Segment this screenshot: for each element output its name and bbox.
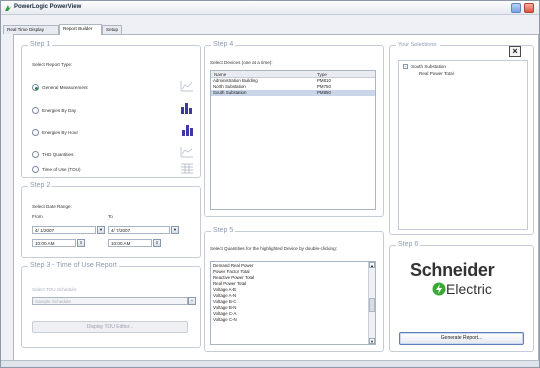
device-row-selected[interactable]: South Substation PM850 bbox=[211, 90, 375, 96]
to-time-spinner[interactable]: ⇕ bbox=[153, 239, 161, 247]
app-logo-icon bbox=[5, 5, 11, 11]
from-date-picker[interactable]: 4/ 1/2007 bbox=[32, 226, 96, 234]
report-type-label: Select Report Type: bbox=[32, 62, 73, 67]
selections-group: Your Selections: × − South Substation Re… bbox=[389, 42, 534, 235]
tab-setup[interactable]: Setup bbox=[102, 25, 122, 34]
radio-energies-by-day[interactable] bbox=[32, 107, 39, 114]
option-label: Time of Use (TOU) bbox=[42, 167, 81, 172]
tou-schedule-label: Select TOU Schedule: bbox=[32, 287, 78, 292]
window-title: PowerLogic PowerView bbox=[14, 4, 82, 10]
step4-title: Step 4 bbox=[211, 41, 236, 48]
to-date-value: 4/ 7/2007 bbox=[111, 228, 131, 233]
electric-bolt-icon bbox=[432, 282, 446, 296]
tab-report-builder[interactable]: Report Builder bbox=[59, 24, 102, 35]
step2-title: Step 2 bbox=[28, 182, 53, 189]
from-label: From bbox=[32, 214, 43, 219]
scroll-down-arrow-icon[interactable]: ▼ bbox=[369, 338, 375, 344]
report-builder-pane: Step 1 Select Report Type: General Measu… bbox=[13, 34, 539, 361]
devices-instruction: Select Devices (one at a time): bbox=[210, 60, 273, 65]
device-type: PM850 bbox=[317, 90, 331, 95]
tou-schedule-dropdown-button[interactable]: ▼ bbox=[188, 297, 196, 305]
quantities-instruction: Select Quantities for the highlighted De… bbox=[210, 246, 337, 251]
quantity-item[interactable]: Voltage C-N bbox=[211, 317, 375, 323]
button-label: Display TOU Editor... bbox=[86, 324, 134, 330]
scrollbar-thumb[interactable] bbox=[369, 298, 375, 312]
line-chart-icon bbox=[180, 147, 193, 158]
button-label: Generate Report... bbox=[440, 335, 483, 341]
title-bar: PowerLogic PowerView bbox=[1, 1, 539, 15]
tree-node-device[interactable]: South Substation bbox=[411, 64, 446, 69]
to-date-dropdown-button[interactable]: ▼ bbox=[171, 226, 179, 234]
step5-title: Step 5 bbox=[211, 227, 236, 234]
option-label: THD Quantities bbox=[42, 152, 74, 157]
radio-general-measurement[interactable] bbox=[32, 84, 39, 91]
app-window: PowerLogic PowerView Real Time Display R… bbox=[0, 0, 540, 368]
bar-chart-icon bbox=[182, 125, 193, 136]
device-name: South Substation bbox=[213, 90, 247, 95]
device-list[interactable]: Name Type Administration Building PM810 … bbox=[210, 70, 376, 210]
quantity-list[interactable]: Demand Real Power Power Factor Total Rea… bbox=[210, 261, 376, 345]
radio-energies-by-hour[interactable] bbox=[32, 129, 39, 136]
option-label: Energies By Hour bbox=[42, 130, 79, 135]
from-date-value: 4/ 1/2007 bbox=[35, 228, 55, 233]
tree-node-quantity[interactable]: Real Power Total bbox=[419, 71, 454, 76]
radio-time-of-use[interactable] bbox=[32, 166, 39, 173]
selections-title: Your Selections: bbox=[396, 42, 440, 48]
brand-name-bottom: Electric bbox=[446, 281, 492, 297]
to-time-field[interactable]: 10:00 AM bbox=[108, 239, 152, 247]
from-date-dropdown-button[interactable]: ▼ bbox=[97, 226, 105, 234]
quantity-list-scrollbar[interactable]: ▲ ▼ bbox=[368, 262, 375, 344]
table-icon bbox=[181, 163, 193, 174]
scroll-up-arrow-icon[interactable]: ▲ bbox=[369, 262, 375, 268]
selection-tree[interactable]: − South Substation Real Power Total bbox=[398, 60, 528, 230]
radio-thd-quantities[interactable] bbox=[32, 151, 39, 158]
collapse-toggle-icon[interactable]: − bbox=[403, 64, 408, 69]
option-label: Energies By Day bbox=[42, 108, 77, 113]
to-label: To bbox=[108, 214, 113, 219]
option-label: General Measurement bbox=[42, 85, 88, 90]
line-chart-icon bbox=[180, 81, 193, 92]
column-header-name[interactable]: Name bbox=[214, 72, 226, 77]
clear-selections-button[interactable]: × bbox=[509, 46, 521, 57]
schneider-electric-logo: Schneider Electric bbox=[408, 260, 518, 300]
step3-title: Step 3 - Time of Use Report bbox=[28, 262, 119, 269]
minimize-button[interactable] bbox=[511, 3, 521, 13]
step1-title: Step 1 bbox=[28, 41, 53, 48]
status-bar bbox=[1, 360, 539, 367]
from-time-field[interactable]: 10:00 AM bbox=[32, 239, 76, 247]
column-header-type[interactable]: Type bbox=[317, 72, 327, 77]
step2-group: Step 2 Select Date Range: From To 4/ 1/2… bbox=[21, 182, 201, 258]
step4-group: Step 4 Select Devices (one at a time): N… bbox=[204, 41, 384, 217]
step6-title: Step 6 bbox=[396, 241, 421, 248]
device-list-header: Name Type bbox=[211, 71, 375, 78]
step5-group: Step 5 Select Quantities for the highlig… bbox=[204, 227, 384, 352]
tab-label: Real Time Display bbox=[7, 27, 45, 32]
to-date-picker[interactable]: 4/ 7/2007 bbox=[108, 226, 170, 234]
generate-report-button[interactable]: Generate Report... bbox=[399, 332, 524, 345]
device-name: North Substation bbox=[213, 84, 246, 89]
date-range-label: Select Date Range: bbox=[32, 204, 72, 209]
step1-group: Step 1 Select Report Type: General Measu… bbox=[21, 41, 201, 178]
tab-label: Setup bbox=[106, 27, 119, 32]
close-window-button[interactable] bbox=[524, 3, 534, 13]
step3-group: Step 3 - Time of Use Report Select TOU S… bbox=[21, 262, 201, 348]
brand-name-top: Schneider bbox=[410, 260, 495, 280]
device-name: Administration Building bbox=[213, 78, 258, 83]
tou-schedule-value: Sample Schedule bbox=[35, 299, 72, 304]
from-time-spinner[interactable]: ⇕ bbox=[77, 239, 85, 247]
from-time-value: 10:00 AM bbox=[35, 241, 55, 246]
step6-group: Step 6 Schneider Electric Generate Repor… bbox=[389, 241, 534, 352]
bar-chart-icon bbox=[181, 103, 192, 114]
tou-schedule-select[interactable]: Sample Schedule bbox=[32, 297, 188, 305]
tab-label: Report Builder bbox=[63, 26, 93, 31]
display-tou-editor-button[interactable]: Display TOU Editor... bbox=[32, 321, 188, 333]
tab-real-time-display[interactable]: Real Time Display bbox=[3, 25, 59, 34]
to-time-value: 10:00 AM bbox=[111, 241, 131, 246]
